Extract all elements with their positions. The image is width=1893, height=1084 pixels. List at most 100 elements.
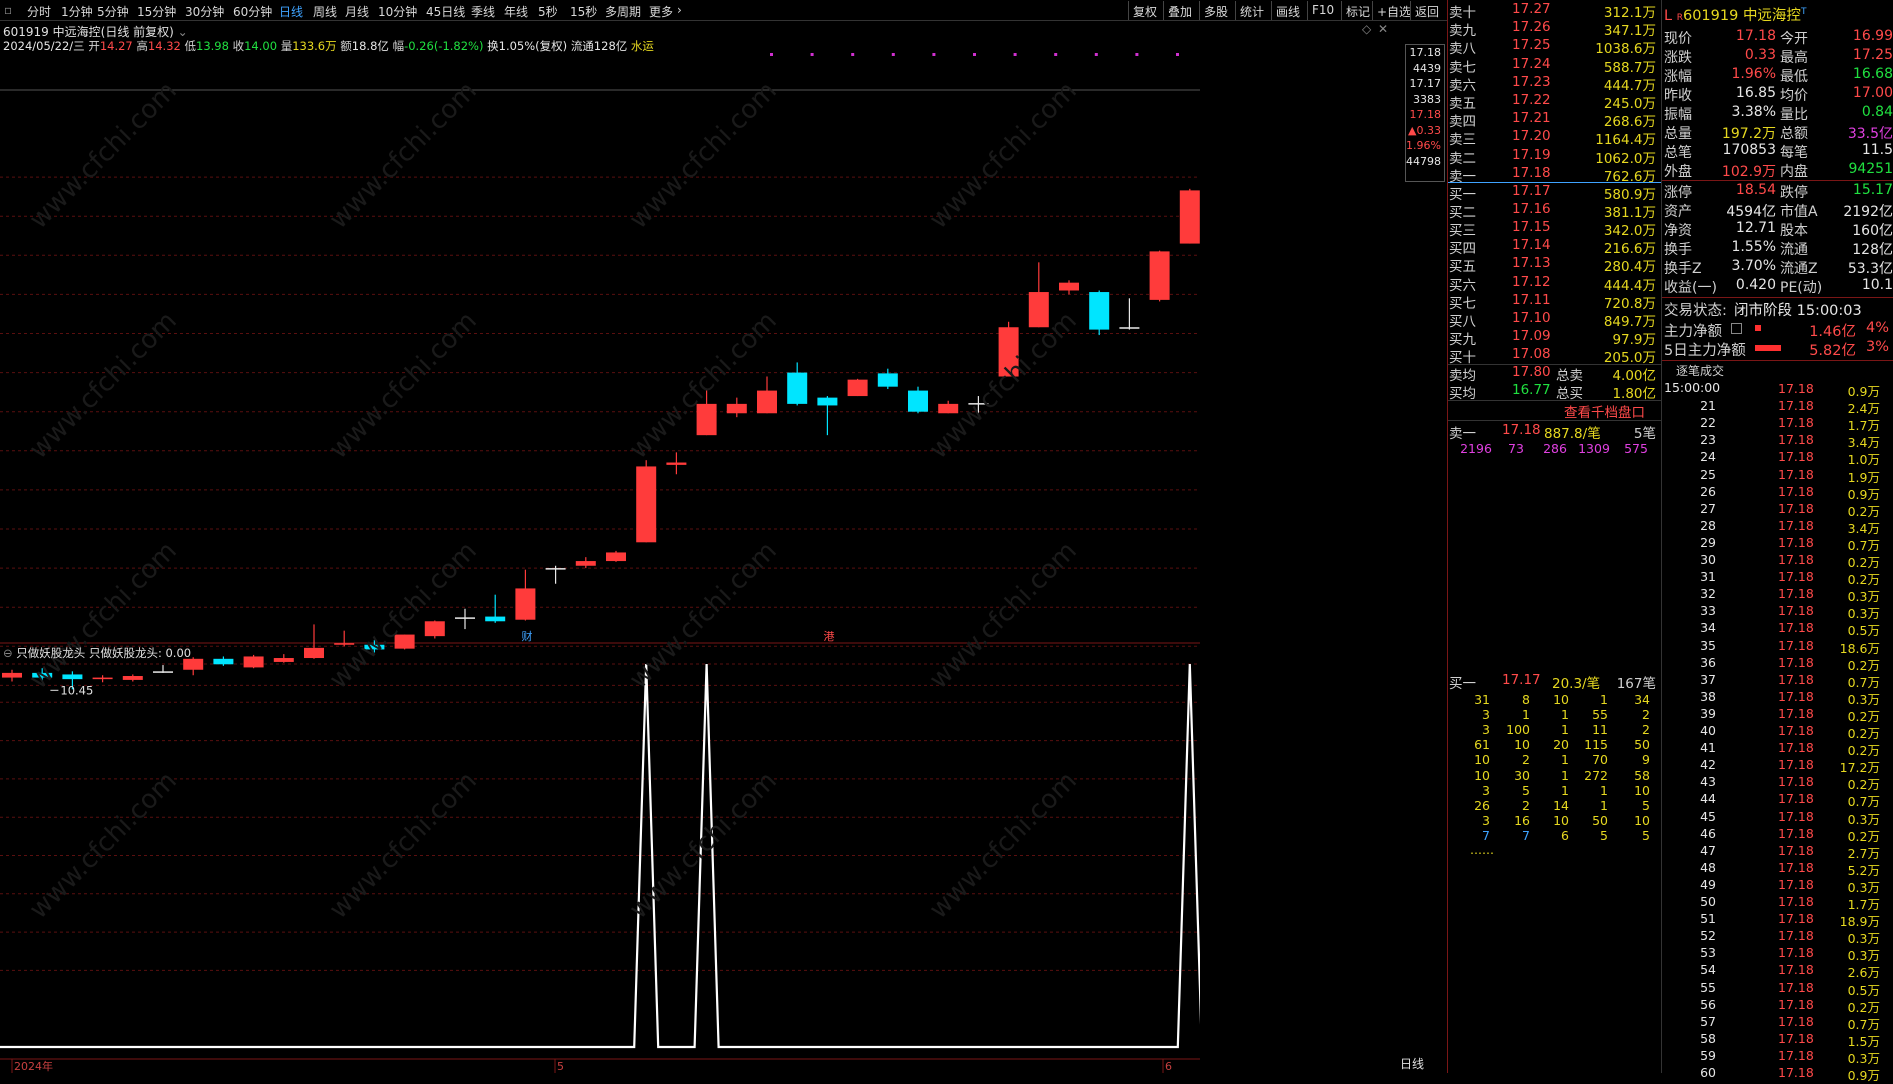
bid-volume[interactable]: 216.6万 <box>1572 237 1656 257</box>
period-tab[interactable]: 日线 <box>1400 1055 1424 1072</box>
buy-queue-item: 1 <box>1561 767 1569 783</box>
signal-dot <box>973 53 976 56</box>
toolbar-btn-2[interactable]: 多股 <box>1199 1 1232 20</box>
ask-volume[interactable]: 1062.0万 <box>1572 147 1656 167</box>
bid-volume[interactable]: 97.9万 <box>1572 328 1656 348</box>
toolbar-menu-icon[interactable]: ▫ <box>4 3 12 17</box>
period-0[interactable]: 分时 <box>27 3 51 20</box>
bid-volume[interactable]: 580.9万 <box>1572 183 1656 203</box>
period-1[interactable]: 1分钟 <box>61 3 93 20</box>
candle[interactable] <box>545 565 566 584</box>
period-4[interactable]: 30分钟 <box>185 3 224 20</box>
toolbar-btn-1[interactable]: 叠加 <box>1163 1 1196 20</box>
toolbar-btn-4[interactable]: 画线 <box>1271 1 1304 20</box>
candle[interactable] <box>817 396 838 436</box>
period-13[interactable]: 5秒 <box>538 3 558 20</box>
stat-label: 今开 <box>1780 31 1808 47</box>
ask-volume[interactable]: 588.7万 <box>1572 56 1656 76</box>
indicator-toggle-icon[interactable]: ⊖ <box>3 646 13 660</box>
period-10[interactable]: 45日线 <box>426 3 465 20</box>
bid-price: 17.08 <box>1512 345 1551 362</box>
bid-volume[interactable]: 342.0万 <box>1572 219 1656 239</box>
candle[interactable] <box>1059 280 1079 295</box>
ask-volume[interactable]: 1164.4万 <box>1572 128 1656 148</box>
diamond-icon[interactable]: ◇ <box>1362 22 1371 36</box>
info-sector[interactable]: 水运 <box>631 39 654 53</box>
ask-volume[interactable]: 245.0万 <box>1572 92 1656 112</box>
candle[interactable] <box>666 452 687 475</box>
period-5[interactable]: 60分钟 <box>233 3 272 20</box>
candle[interactable] <box>122 674 143 682</box>
ask-volume[interactable]: 1038.6万 <box>1572 37 1656 57</box>
period-2[interactable]: 5分钟 <box>97 3 129 20</box>
toolbar-btn-8[interactable]: 返回 <box>1410 1 1443 20</box>
bid-volume[interactable]: 444.4万 <box>1572 274 1656 294</box>
candle[interactable] <box>1179 188 1200 244</box>
ask-volume[interactable]: 312.1万 <box>1572 1 1656 21</box>
candle[interactable] <box>334 630 355 647</box>
signal-dot <box>932 53 936 56</box>
ask-volume[interactable]: 444.7万 <box>1572 74 1656 94</box>
close-icon[interactable]: ✕ <box>1378 22 1388 36</box>
stat-label: 涨幅 <box>1664 69 1692 85</box>
candle[interactable] <box>1149 250 1170 302</box>
period-16[interactable]: 更多 <box>649 3 673 20</box>
ask-volume[interactable]: 347.1万 <box>1572 19 1656 39</box>
tick-price: 17.18 <box>1778 466 1814 482</box>
candle[interactable] <box>1119 298 1140 330</box>
period-14[interactable]: 15秒 <box>570 3 597 20</box>
candle[interactable] <box>485 594 506 623</box>
bid-volume[interactable]: 849.7万 <box>1572 310 1656 330</box>
bid-volume[interactable]: 280.4万 <box>1572 255 1656 275</box>
dropdown-icon[interactable]: ⌄ <box>178 25 188 39</box>
period-9[interactable]: 10分钟 <box>378 3 417 20</box>
candle[interactable] <box>847 378 868 397</box>
flow-info-icon[interactable] <box>1731 323 1742 334</box>
candle[interactable] <box>757 376 777 414</box>
candle[interactable] <box>1089 290 1110 336</box>
toolbar-btn-5[interactable]: F10 <box>1307 1 1338 20</box>
candle[interactable] <box>787 362 808 406</box>
bid-volume[interactable]: 205.0万 <box>1572 346 1656 366</box>
candle[interactable] <box>908 386 928 414</box>
event-marker[interactable]: 港 <box>824 630 835 643</box>
tick-second: 25 <box>1700 466 1716 482</box>
toolbar-btn-7[interactable]: +自选 <box>1372 1 1415 20</box>
kline-chart[interactable]: 16.0015.5015.0014.5014.0013.5013.0012.50… <box>0 0 1200 1073</box>
candle[interactable] <box>2 669 22 682</box>
tick-second: 39 <box>1700 705 1716 721</box>
candle[interactable] <box>636 460 657 543</box>
candle[interactable] <box>515 569 536 621</box>
period-15[interactable]: 多周期 <box>605 3 641 20</box>
candle[interactable] <box>606 550 626 562</box>
ask-volume[interactable]: 268.6万 <box>1572 110 1656 130</box>
candle[interactable] <box>424 620 445 639</box>
candle[interactable] <box>455 608 475 630</box>
period-12[interactable]: 年线 <box>504 3 528 20</box>
bid-volume[interactable]: 381.1万 <box>1572 201 1656 221</box>
candle[interactable] <box>153 665 173 673</box>
toolbar-btn-6[interactable]: 标记 <box>1341 1 1374 20</box>
candle[interactable] <box>1028 262 1049 328</box>
period-7[interactable]: 周线 <box>313 3 337 20</box>
deep-orderbook-button[interactable]: 查看千档盘口 <box>1564 401 1645 421</box>
indicator-label[interactable]: ⊖ 只做妖股龙头 只做妖股龙头: 0.00 <box>3 645 191 661</box>
event-marker[interactable]: 财 <box>522 629 533 643</box>
period-8[interactable]: 月线 <box>345 3 369 20</box>
bid-volume[interactable]: 720.8万 <box>1572 292 1656 312</box>
period-11[interactable]: 季线 <box>471 3 495 20</box>
toolbar-btn-0[interactable]: 复权 <box>1128 1 1161 20</box>
period-3[interactable]: 15分钟 <box>137 3 176 20</box>
candle[interactable] <box>92 675 113 683</box>
buy-queue-item: 3 <box>1482 812 1490 828</box>
candle[interactable] <box>243 654 264 669</box>
more-chevron-icon[interactable]: › <box>677 3 682 17</box>
signal-dot <box>770 53 773 56</box>
candle[interactable] <box>273 654 294 663</box>
candle[interactable] <box>304 624 324 659</box>
toolbar-btn-3[interactable]: 统计 <box>1235 1 1268 20</box>
period-6[interactable]: 日线 <box>279 3 303 20</box>
candle[interactable] <box>726 397 747 418</box>
candle[interactable] <box>575 557 596 569</box>
candle[interactable] <box>877 368 898 390</box>
